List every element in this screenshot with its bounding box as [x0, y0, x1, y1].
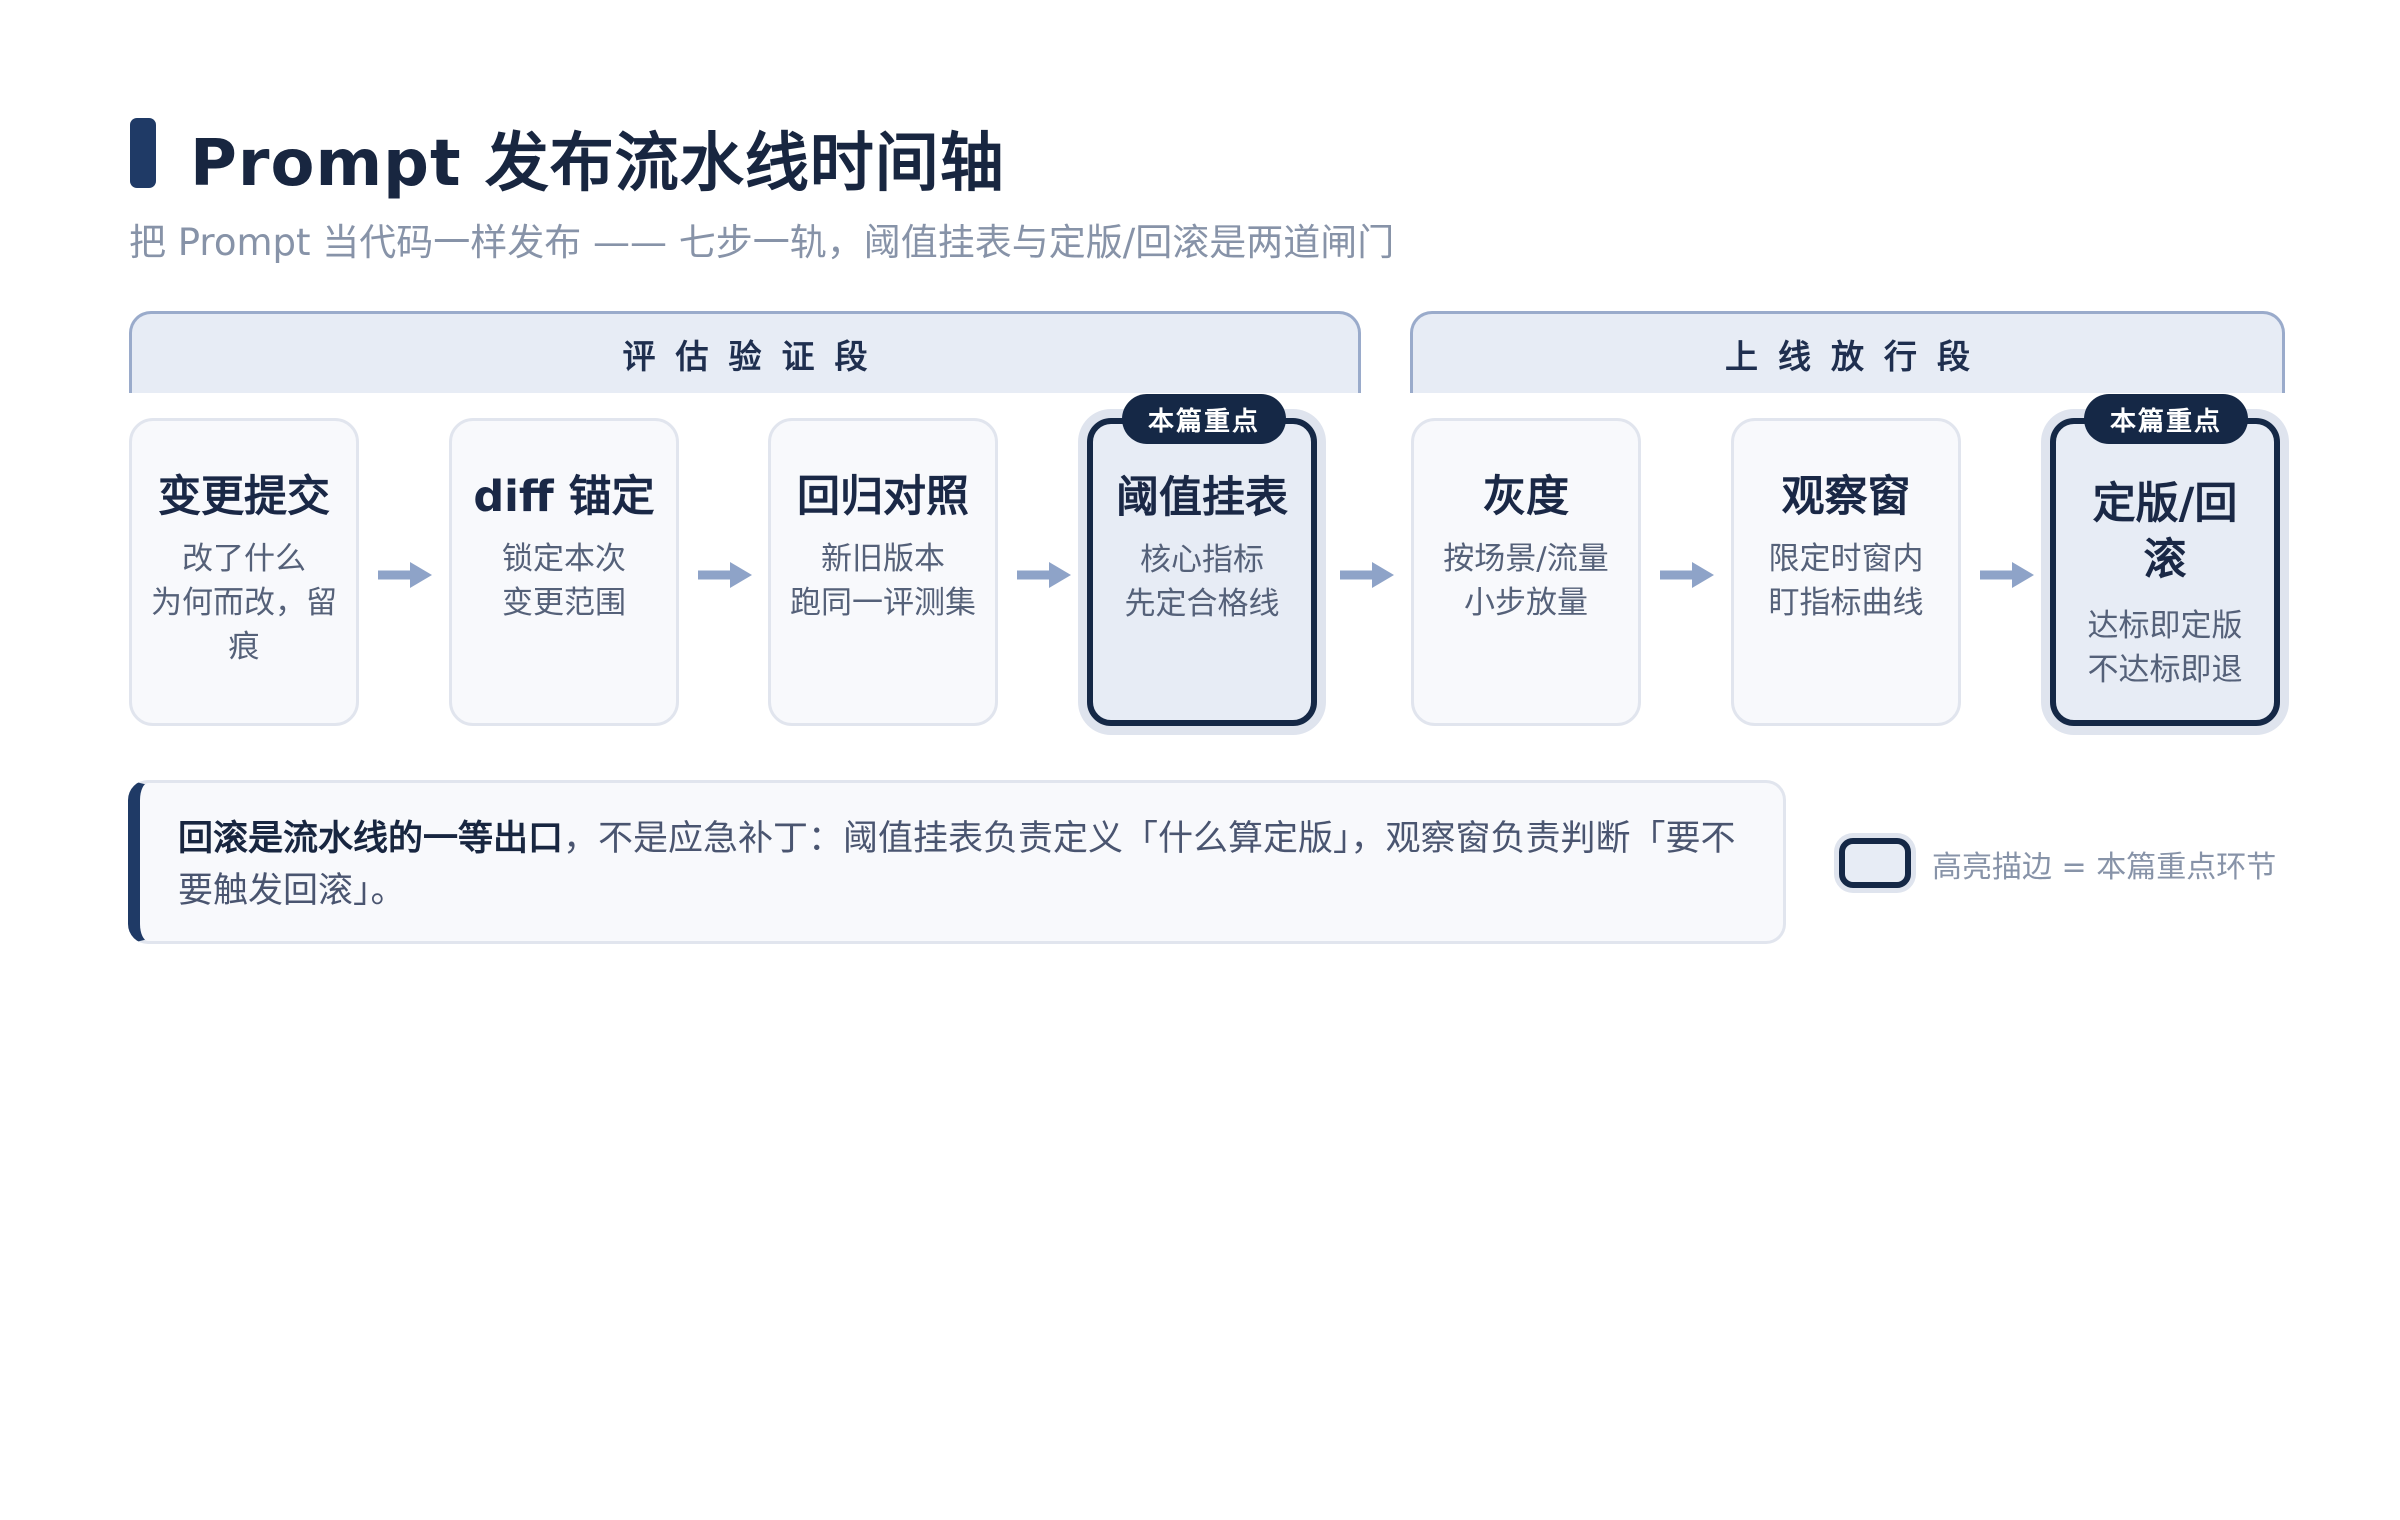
phase-header-release: 上线放行段 [1410, 311, 2285, 393]
step-desc: 限定时窗内 盯指标曲线 [1768, 541, 1924, 621]
step-desc: 改了什么 为何而改，留痕 [151, 541, 337, 665]
page-title: Prompt 发布流水线时间轴 [190, 127, 1005, 201]
callout-emphasis: 回滚是流水线的一等出口 [178, 819, 564, 859]
step-title: 阈值挂表 [1116, 473, 1288, 523]
step-desc: 锁定本次 变更范围 [502, 541, 626, 621]
arrow-right-icon [378, 562, 432, 588]
arrow-right-icon [1340, 562, 1394, 588]
focus-badge: 本篇重点 [1122, 394, 1286, 444]
focus-badge: 本篇重点 [2084, 394, 2248, 444]
step-card-observation: 观察窗 限定时窗内 盯指标曲线 [1731, 418, 1961, 726]
step-title: 定版/回滚 [2092, 479, 2238, 585]
step-title: 回归对照 [797, 472, 969, 522]
step-card-commit: 变更提交 改了什么 为何而改，留痕 [129, 418, 359, 726]
arrow-right-icon [1017, 562, 1071, 588]
step-card-diff: diff 锚定 锁定本次 变更范围 [449, 418, 679, 726]
phase-label: 评估验证段 [622, 336, 888, 376]
arrow-right-icon [1660, 562, 1714, 588]
step-card-finalize: 定版/回滚 达标即定版 不达标即退 [2050, 418, 2280, 726]
arrow-right-icon [698, 562, 752, 588]
step-desc: 新旧版本 跑同一评测集 [790, 541, 976, 621]
step-desc: 按场景/流量 小步放量 [1443, 541, 1609, 621]
title-accent-bar [130, 118, 156, 188]
step-title: 变更提交 [158, 472, 330, 522]
step-desc: 核心指标 先定合格线 [1124, 542, 1280, 622]
page-subtitle: 把 Prompt 当代码一样发布 —— 七步一轨，阈值挂表与定版/回滚是两道闸门 [129, 221, 1395, 264]
step-card-regression: 回归对照 新旧版本 跑同一评测集 [768, 418, 998, 726]
phase-header-evaluation: 评估验证段 [129, 311, 1361, 393]
legend-swatch [1839, 838, 1911, 888]
step-card-canary: 灰度 按场景/流量 小步放量 [1411, 418, 1641, 726]
step-title: 灰度 [1483, 472, 1569, 522]
callout-note: 回滚是流水线的一等出口，不是应急补丁：阈值挂表负责定义「什么算定版」，观察窗负责… [128, 780, 1786, 944]
step-card-threshold: 阈值挂表 核心指标 先定合格线 [1087, 418, 1317, 726]
step-title: 观察窗 [1781, 472, 1911, 522]
step-title: diff 锚定 [473, 472, 655, 522]
legend-label: 高亮描边 = 本篇重点环节 [1932, 850, 2277, 885]
arrow-right-icon [1980, 562, 2034, 588]
phase-label: 上线放行段 [1725, 336, 1990, 376]
step-desc: 达标即定版 不达标即退 [2087, 608, 2243, 688]
